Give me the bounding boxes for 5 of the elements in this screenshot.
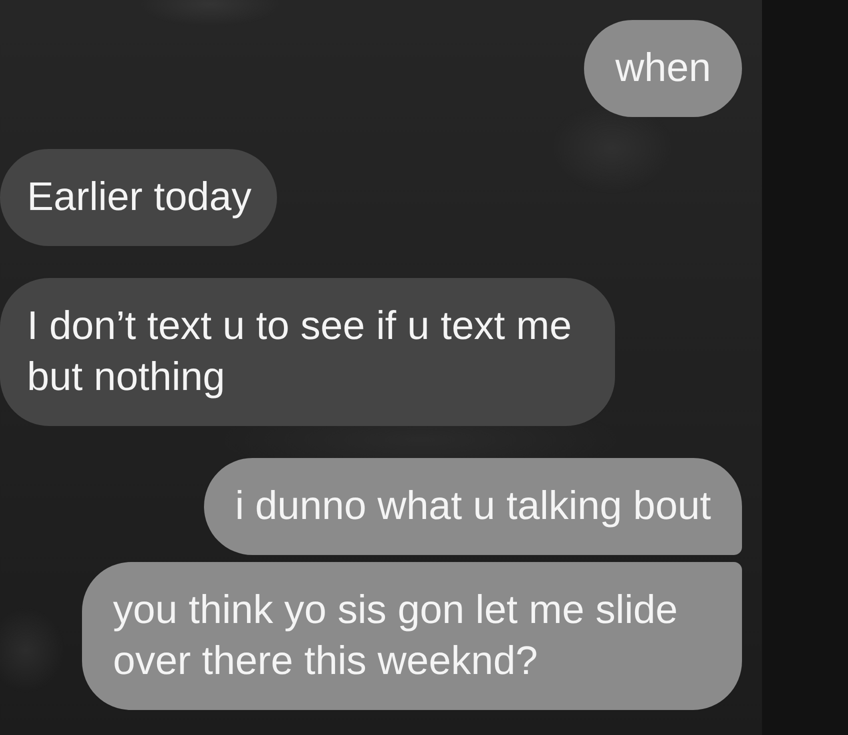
message-bubble: i dunno what u talking bout [204, 458, 742, 555]
message-bubble: I don’t text u to see if u text me but nothing [0, 278, 615, 426]
message-bubble: you think yo sis gon let me slide over there this weeknd? [82, 562, 742, 710]
message-bubble: when [584, 20, 742, 117]
message-bubble: Earlier today [0, 149, 277, 246]
